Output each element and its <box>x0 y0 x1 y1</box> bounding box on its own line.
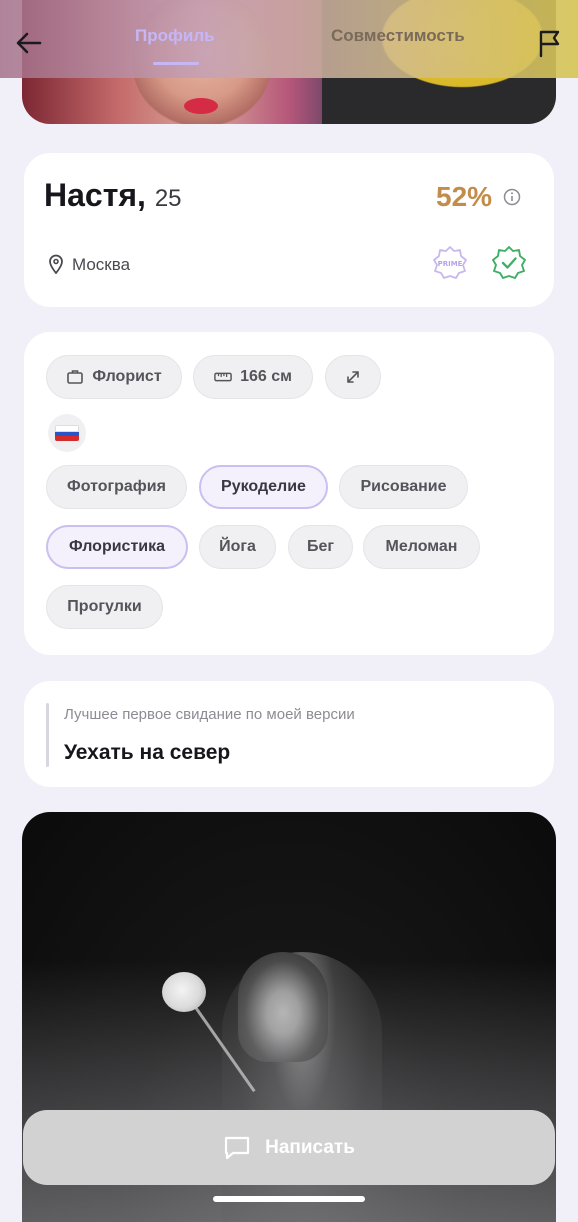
profile-name: Настя, 25 <box>44 177 182 214</box>
interest-chip[interactable]: Рукоделие <box>199 465 328 509</box>
interest-chip[interactable]: Меломан <box>363 525 480 569</box>
interest-chip[interactable]: Флористика <box>46 525 188 569</box>
interest-label: Меломан <box>385 538 458 555</box>
interest-chip[interactable]: Йога <box>199 525 276 569</box>
interest-chip[interactable]: Бег <box>288 525 353 569</box>
tab-compatibility[interactable]: Совместимость <box>331 26 465 46</box>
interest-label: Бег <box>306 538 335 555</box>
photo-lips <box>184 98 218 114</box>
tab-active-indicator <box>153 62 199 65</box>
verified-badge-icon[interactable] <box>491 245 527 281</box>
occupation-label: Флорист <box>92 368 162 385</box>
interest-chip[interactable]: Рисование <box>339 465 468 509</box>
russia-flag-icon <box>48 414 86 452</box>
briefcase-icon <box>67 370 84 384</box>
location-pin-icon <box>49 254 63 274</box>
first-date-label: Лучшее первое свидание по моей версии <box>64 706 355 723</box>
expand-icon <box>347 371 359 383</box>
photo-flower <box>162 972 206 1012</box>
interest-label: Флористика <box>68 538 166 555</box>
prime-badge-icon[interactable]: PRIME <box>432 245 468 281</box>
svg-text:PRIME: PRIME <box>438 260 463 268</box>
ruler-icon <box>214 372 232 382</box>
photo-head <box>238 952 328 1062</box>
occupation-chip: Флорист <box>46 355 182 399</box>
write-message-button[interactable]: Написать <box>23 1110 555 1185</box>
profile-summary-card: Настя, 25 52% Москва PRIME <box>24 153 554 307</box>
height-chip: 166 см <box>193 355 313 399</box>
quote-bar <box>46 703 49 767</box>
first-date-value: Уехать на север <box>64 741 231 764</box>
tab-profile[interactable]: Профиль <box>135 26 215 46</box>
profile-age: 25 <box>154 185 182 212</box>
interest-label: Йога <box>219 538 256 555</box>
home-indicator[interactable] <box>213 1196 365 1202</box>
expand-chip[interactable] <box>325 355 381 399</box>
profile-details-card: Флорист 166 см Фотография Рукоделие Рисо… <box>24 332 554 655</box>
app-bar: Профиль Совместимость <box>0 0 578 78</box>
write-message-label: Написать <box>265 1136 355 1158</box>
first-date-card: Лучшее первое свидание по моей версии Уе… <box>24 681 554 787</box>
name-text: Настя, <box>44 177 146 213</box>
interest-label: Рукоделие <box>221 478 306 495</box>
profile-city: Москва <box>72 255 131 274</box>
chat-bubble-icon <box>224 1136 250 1159</box>
flag-icon[interactable] <box>536 28 564 58</box>
height-label: 166 см <box>240 368 292 385</box>
compatibility-percent: 52% <box>436 181 493 212</box>
info-icon[interactable] <box>503 188 521 206</box>
arrow-left-icon[interactable] <box>14 28 44 58</box>
interest-chip[interactable]: Прогулки <box>46 585 163 629</box>
interest-chip[interactable]: Фотография <box>46 465 187 509</box>
interest-label: Прогулки <box>67 598 142 615</box>
interest-label: Фотография <box>67 478 166 495</box>
interest-label: Рисование <box>360 478 447 495</box>
